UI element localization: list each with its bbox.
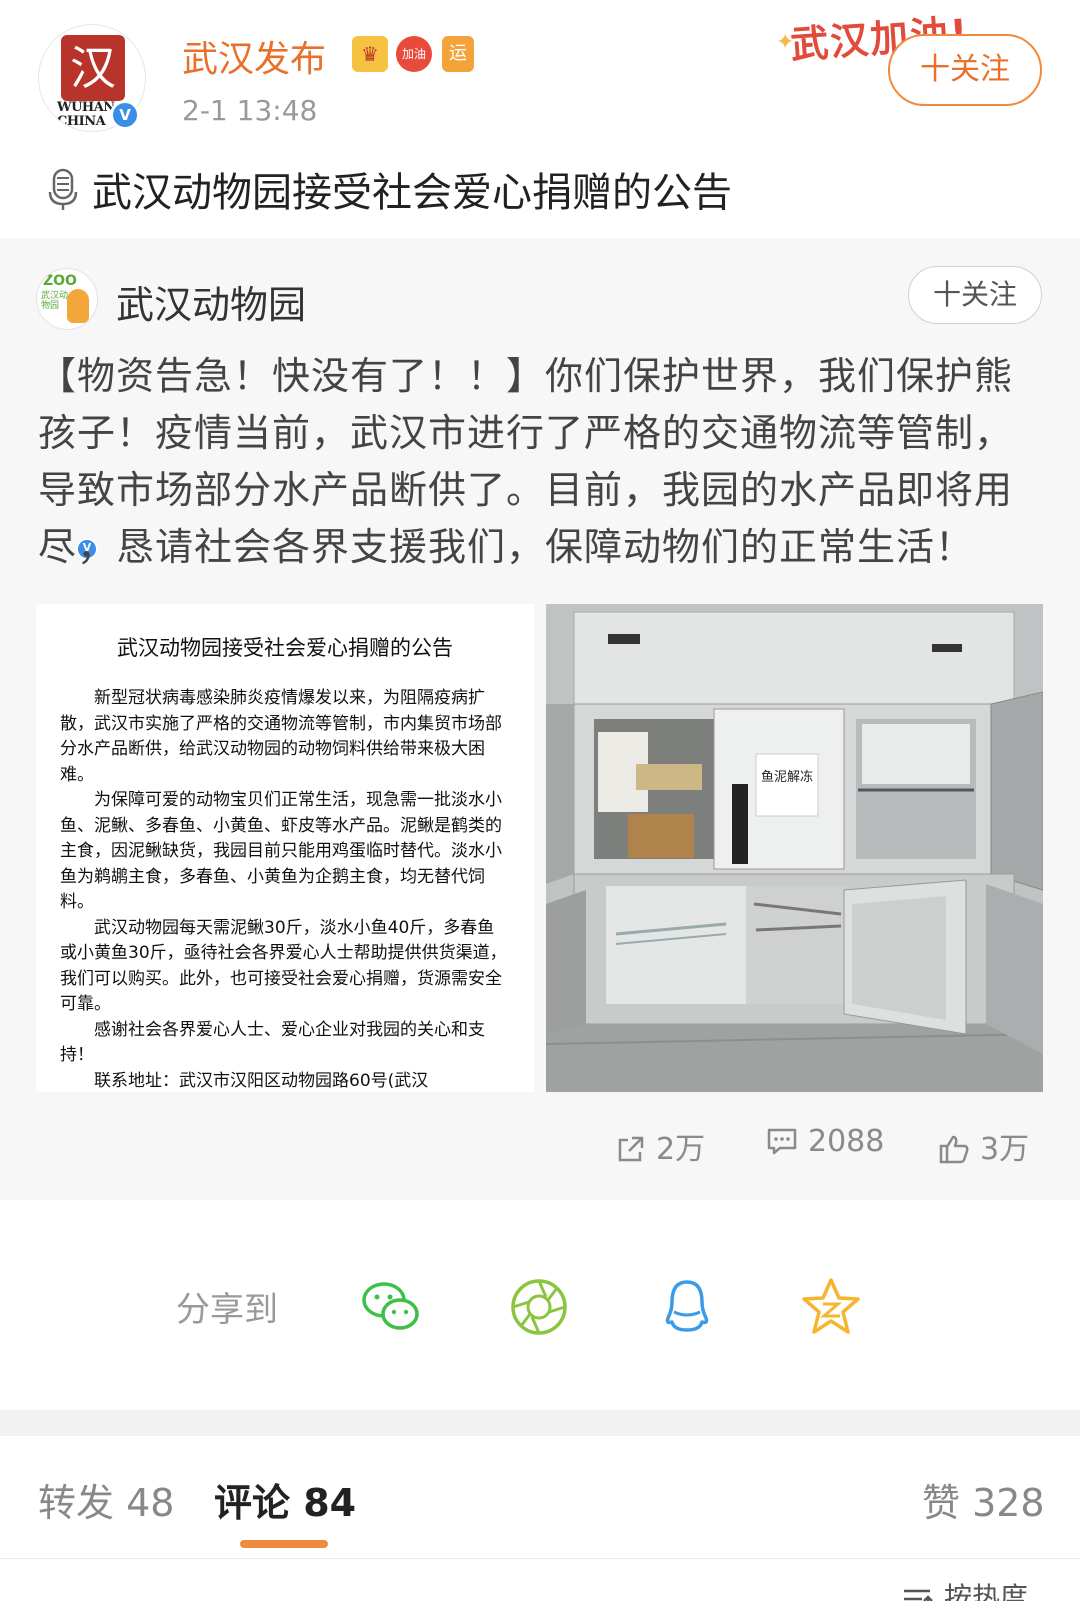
share-label: 分享到 (176, 1290, 278, 1330)
notice-paragraph: 联系地址：武汉市汉阳区动物园路60号(武汉 (94, 1070, 429, 1091)
crown-badge-icon[interactable]: ♛ (352, 36, 388, 72)
thumbs-up-icon (939, 1135, 969, 1164)
follow-zoo-button[interactable]: 十关注 (908, 266, 1042, 324)
comment-count[interactable]: 2088 (766, 1124, 884, 1159)
jiayou-badge-icon[interactable]: 加油 (396, 36, 432, 72)
reposted-weibo-card[interactable]: ZOO 武汉动物园 V 武汉动物园 十关注 【物资告急！快没有了！！】你们保护世… (0, 238, 1080, 1200)
notice-paragraph: 武汉动物园每天需泥鳅30斤，淡水小鱼40斤，多春鱼或小黄鱼30斤，亟待社会各界爱… (60, 917, 507, 1015)
tab-likes[interactable]: 赞 328 (922, 1472, 1045, 1527)
zoo-logo-text: ZOO (43, 273, 77, 289)
zoo-logo-subtext: 武汉动物园 (41, 291, 69, 311)
zoo-avatar[interactable]: ZOO 武汉动物园 (36, 268, 98, 330)
author-name[interactable]: 武汉发布 (182, 30, 326, 82)
verified-icon: V (110, 100, 140, 130)
moments-icon[interactable] (508, 1276, 570, 1338)
qzone-icon[interactable] (800, 1276, 862, 1338)
comment-icon (767, 1128, 797, 1155)
repost-author-name[interactable]: 武汉动物园 (116, 274, 306, 329)
notice-paragraph: 感谢社会各界爱心人士、爱心企业对我园的关心和支持！ (60, 1019, 485, 1066)
like-count[interactable]: 3万 (938, 1124, 1029, 1168)
tab-comments[interactable]: 评论 84 (214, 1472, 356, 1527)
repost-text: 【物资告急！快没有了！！】你们保护世界，我们保护熊孩子！疫情当前，武汉市进行了严… (38, 354, 1014, 569)
repost-count[interactable]: 2万 (616, 1124, 705, 1168)
like-count-value: 3万 (980, 1132, 1030, 1167)
section-divider (0, 1410, 1080, 1436)
tab-reposts[interactable]: 转发 48 (38, 1472, 174, 1527)
notice-image[interactable]: 武汉动物园接受社会爱心捐赠的公告 新型冠状病毒感染肺炎疫情爆发以来，为阻隔疫病扩… (36, 604, 534, 1092)
qq-icon[interactable] (656, 1276, 718, 1338)
post-headline: 武汉动物园接受社会爱心捐赠的公告 (48, 160, 732, 218)
notice-body: 新型冠状病毒感染肺炎疫情爆发以来，为阻隔疫病扩散，武汉市实施了严格的交通物流等管… (60, 686, 508, 1092)
headline-text[interactable]: 武汉动物园接受社会爱心捐赠的公告 (92, 170, 732, 216)
avatar-seal: 汉 (61, 35, 125, 101)
active-tab-indicator (240, 1540, 328, 1548)
notice-paragraph: 新型冠状病毒感染肺炎疫情爆发以来，为阻隔疫病扩散，武汉市实施了严格的交通物流等管… (60, 688, 502, 785)
interaction-tabs: 转发 48 评论 84 赞 328 按热度 (0, 1436, 1080, 1601)
monkey-icon (67, 289, 89, 323)
sort-toggle[interactable]: 按热度 (902, 1576, 1028, 1601)
fridge-photo[interactable]: 鱼泥解冻 (546, 604, 1043, 1092)
fridge-sign: 鱼泥解冻 (760, 770, 813, 785)
microphone-icon (48, 168, 78, 210)
sort-icon (904, 1589, 933, 1601)
post-header: 汉 WUHAN CHINA V 武汉发布 ♛ 加油 运 2-1 13:48 ✦ … (0, 0, 1080, 238)
share-bar: 分享到 (0, 1200, 1080, 1410)
post-time: 2-1 13:48 (182, 94, 318, 127)
repost-icon (618, 1136, 644, 1162)
comment-count-value: 2088 (808, 1124, 885, 1159)
fridge-illustration (546, 604, 1043, 1092)
yun-badge-icon[interactable]: 运 (442, 36, 474, 72)
tabs-separator (0, 1558, 1080, 1559)
repost-count-value: 2万 (656, 1132, 706, 1167)
notice-title: 武汉动物园接受社会爱心捐赠的公告 (117, 636, 453, 660)
sort-label: 按热度 (944, 1581, 1029, 1601)
notice-paragraph: 为保障可爱的动物宝贝们正常生活，现急需一批淡水小鱼、泥鳅、多春鱼、小黄鱼、虾皮等… (60, 790, 502, 912)
follow-button[interactable]: 十关注 (888, 34, 1042, 106)
wechat-icon[interactable] (360, 1276, 422, 1338)
